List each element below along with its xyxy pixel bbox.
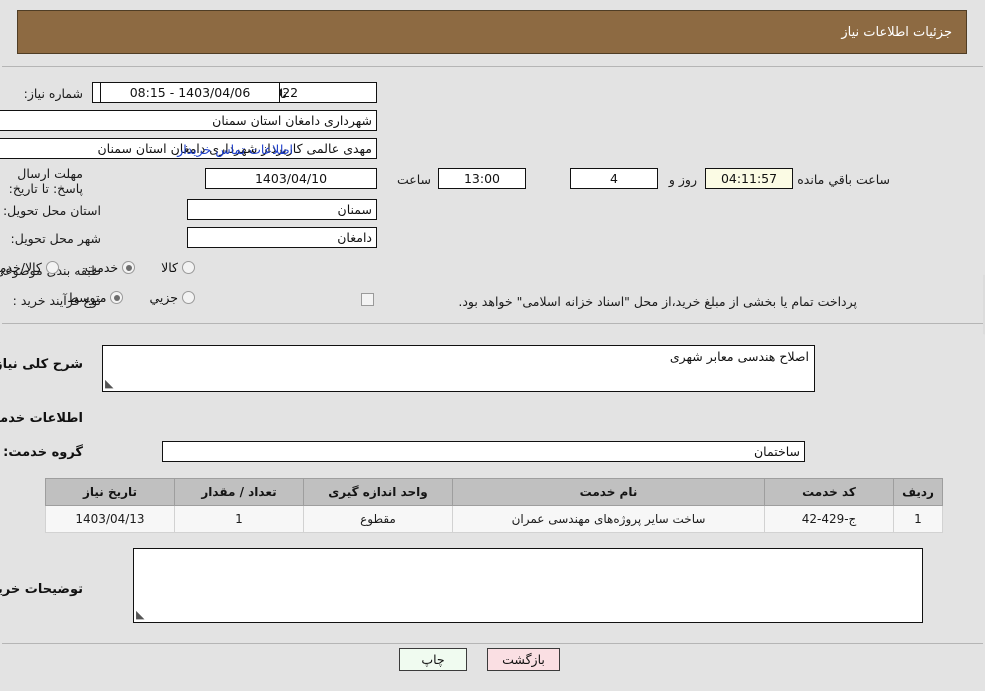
remaining-days-label: روز و [668, 172, 697, 187]
process-option-jozei[interactable]: جزیي [149, 290, 195, 305]
resize-handle-icon[interactable]: ◢ [105, 377, 117, 390]
process-radio-group[interactable]: جزیي متوسط [41, 290, 195, 305]
services-section-heading: اطلاعات خدمات مورد نیاز [0, 411, 83, 426]
countdown-field: 04:11:57 [705, 168, 793, 189]
cell-name: ساخت سایر پروژه‌های مهندسی عمران [452, 505, 765, 533]
radio-icon[interactable] [110, 291, 124, 304]
radio-icon[interactable] [182, 291, 195, 304]
buyer-contact-link[interactable]: اطلاعات تماس خریدار [177, 142, 293, 157]
print-button[interactable]: چاپ [399, 648, 467, 671]
category-option-label: کالا [161, 260, 178, 275]
category-option-khedmat[interactable]: خدمت [84, 260, 136, 275]
back-button[interactable]: بازگشت [487, 648, 560, 671]
remaining-days-field: 4 [570, 168, 658, 189]
buyer-org-field[interactable]: شهرداری دامغان استان سمنان [0, 110, 377, 131]
general-description-label: شرح کلی نیاز: [0, 357, 83, 372]
category-option-kala-khedmat[interactable]: کالا/خدمت [0, 260, 59, 275]
process-option-motavaset[interactable]: متوسط [67, 290, 124, 305]
category-radio-group[interactable]: کالا خدمت کالا/خدمت [0, 260, 195, 275]
public-announce-field[interactable]: 1403/04/06 - 08:15 [100, 82, 280, 103]
service-group-field[interactable]: ساختمان [162, 441, 805, 462]
deadline-hour-field[interactable]: 13:00 [438, 168, 526, 189]
treasury-bond-text: پرداخت تمام یا بخشی از مبلغ خرید،از محل … [458, 294, 857, 309]
deadline-hour-label: ساعت [396, 172, 431, 187]
general-description-value: اصلاح هندسی معابر شهری [669, 349, 809, 364]
countdown-label: ساعت باقي مانده [797, 172, 890, 187]
services-table: ردیف کد خدمت نام خدمت واحد اندازه گیری ت… [45, 478, 943, 533]
delivery-city-field[interactable]: دامغان [187, 227, 377, 248]
category-option-kala[interactable]: کالا [161, 260, 195, 275]
need-number-label: شماره نیاز: [23, 86, 83, 101]
buyer-notes-textarea[interactable]: ◢ [133, 548, 923, 623]
column-header-code: کد خدمت [764, 478, 894, 506]
process-option-label: جزیي [149, 290, 178, 305]
column-header-unit: واحد اندازه گیری [303, 478, 453, 506]
cell-unit: مقطوع [303, 505, 453, 533]
column-header-need-date: تاریخ نیاز [45, 478, 175, 506]
category-option-label: خدمت [84, 260, 119, 275]
page-header-bar: جزئیات اطلاعات نیاز [17, 10, 967, 54]
cell-quantity: 1 [174, 505, 304, 533]
table-header-row: ردیف کد خدمت نام خدمت واحد اندازه گیری ت… [45, 478, 943, 506]
radio-icon[interactable] [45, 261, 59, 274]
column-header-row: ردیف [893, 478, 943, 506]
cell-need-date: 1403/04/13 [45, 505, 175, 533]
page-title: جزئیات اطلاعات نیاز [841, 24, 952, 40]
process-option-label: متوسط [67, 290, 107, 305]
buyer-notes-label: توضیحات خریدار: [0, 582, 83, 597]
deadline-date-field[interactable]: 1403/04/10 [205, 168, 377, 189]
cell-row: 1 [893, 505, 943, 533]
general-description-textarea[interactable]: اصلاح هندسی معابر شهری ◢ [102, 345, 815, 392]
deadline-label: مهلت ارسال پاسخ: تا تاریخ: [8, 166, 83, 196]
delivery-city-label: شهر محل تحویل: [10, 231, 101, 246]
radio-icon[interactable] [182, 261, 195, 274]
column-header-quantity: تعداد / مقدار [174, 478, 304, 506]
cell-code: ج-429-42 [764, 505, 894, 533]
category-option-label: کالا/خدمت [0, 260, 42, 275]
column-header-name: نام خدمت [452, 478, 765, 506]
delivery-province-label: استان محل تحویل: [2, 203, 101, 218]
page-root: AriaTender.net جزئیات اطلاعات نیاز شماره… [0, 0, 985, 691]
service-group-label: گروه خدمت: [3, 445, 83, 460]
treasury-bond-checkbox[interactable] [361, 293, 374, 306]
radio-icon[interactable] [122, 261, 136, 274]
resize-handle-icon[interactable]: ◢ [136, 608, 148, 621]
need-info-panel [2, 66, 983, 325]
table-row: 1 ج-429-42 ساخت سایر پروژه‌های مهندسی عم… [45, 505, 943, 533]
delivery-province-field[interactable]: سمنان [187, 199, 377, 220]
